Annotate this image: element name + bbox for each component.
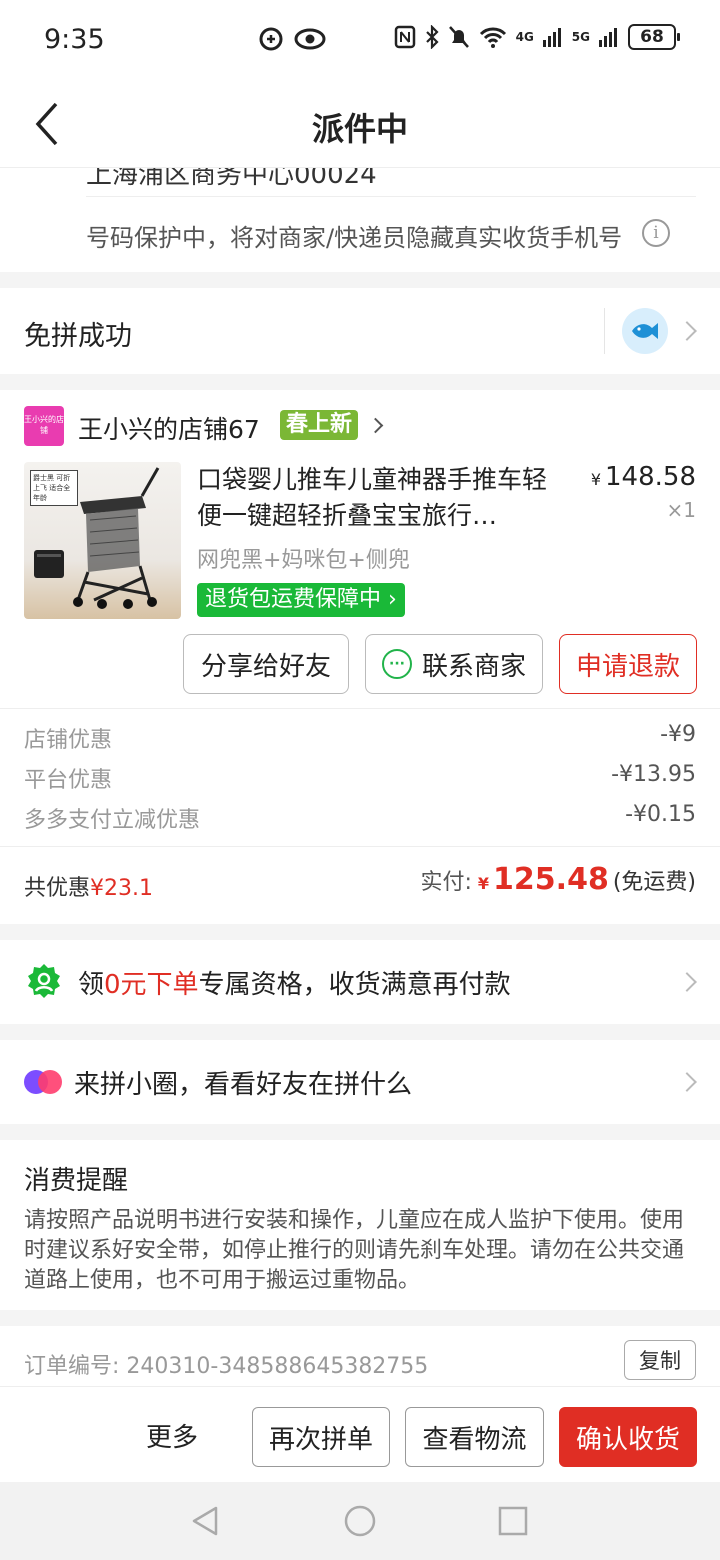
wifi-icon bbox=[479, 27, 506, 48]
refund-button[interactable]: 申请退款 bbox=[559, 634, 697, 694]
chevron-right-icon bbox=[677, 321, 697, 341]
price-currency: ¥ bbox=[590, 470, 602, 489]
total-discount-label: 共优惠 bbox=[24, 876, 91, 901]
signal-icon-1 bbox=[542, 28, 561, 47]
more-button[interactable]: 更多 bbox=[146, 1417, 198, 1454]
guarantee-tag[interactable]: 退货包运费保障中 › bbox=[197, 583, 405, 617]
order-product-section: 王小兴的店铺 王小兴的店铺67 春上新 爵士黑 可折上飞 适合全年龄 口袋婴儿推… bbox=[0, 390, 720, 924]
group-status-label: 免拼成功 bbox=[24, 321, 132, 352]
address-text: 上海浦区商务中心00024 bbox=[86, 168, 377, 190]
total-discount: 共优惠¥23.1 bbox=[24, 870, 153, 902]
order-number-section: 订单编号: 240310-348588645382755 复制 bbox=[0, 1326, 720, 1386]
group-status-section[interactable]: 免拼成功 bbox=[0, 288, 720, 374]
status-time: 9:35 bbox=[44, 24, 105, 55]
shop-name[interactable]: 王小兴的店铺67 bbox=[78, 410, 260, 446]
refund-button-label: 申请退款 bbox=[575, 651, 680, 682]
product-spec: 网兜黑+妈咪包+侧兜 bbox=[197, 548, 410, 573]
status-notification-icons bbox=[258, 26, 326, 52]
product-price: ¥148.58 bbox=[591, 462, 696, 492]
notice-title: 消费提醒 bbox=[24, 1166, 129, 1196]
promo-chevron-icon bbox=[677, 972, 697, 992]
product-image[interactable]: 爵士黑 可折上飞 适合全年龄 bbox=[24, 462, 181, 619]
promo-text: 领0元下单专属资格，收货满意再付款 bbox=[78, 964, 511, 1001]
order-number-value: 240310-348588645382755 bbox=[126, 1354, 429, 1379]
notice-body: 请按照产品说明书进行安装和操作，儿童应在成人监护下使用。使用时建议系好安全带，如… bbox=[24, 1208, 685, 1293]
order-number-label: 订单编号: bbox=[24, 1354, 120, 1379]
vertical-divider bbox=[604, 308, 605, 354]
nav-recent-icon[interactable] bbox=[496, 1504, 530, 1538]
network-4g-label: 4G bbox=[515, 30, 534, 44]
nav-back-icon[interactable] bbox=[188, 1504, 222, 1538]
address-section: 上海浦区商务中心00024 号码保护中，将对商家/快递员隐藏真实收货手机号 i bbox=[0, 168, 720, 272]
bluetooth-icon bbox=[425, 25, 439, 49]
shipping-note: (免运费) bbox=[612, 870, 696, 895]
paid-currency: ¥ bbox=[477, 874, 490, 893]
circle-logo-icon bbox=[24, 1070, 62, 1094]
signal-icon-2 bbox=[599, 28, 617, 47]
discount-label-payment: 多多支付立减优惠 bbox=[24, 808, 201, 833]
friend-circle-row[interactable]: 来拼小圈，看看好友在拼什么 bbox=[0, 1040, 720, 1124]
contact-merchant-button[interactable]: ··· 联系商家 bbox=[365, 634, 543, 694]
product-title[interactable]: 口袋婴儿推车儿童神器手推车轻便一键超轻折叠宝宝旅行… bbox=[197, 462, 567, 534]
nfc-icon bbox=[394, 25, 415, 49]
share-button[interactable]: 分享给好友 bbox=[183, 634, 349, 694]
promo-suffix: 专属资格，收货满意再付款 bbox=[198, 970, 511, 1000]
circle-chevron-icon bbox=[677, 1072, 697, 1092]
total-discount-value: ¥23.1 bbox=[90, 876, 153, 901]
consumer-notice: 消费提醒 请按照产品说明书进行安装和操作，儿童应在成人监护下使用。使用时建议系好… bbox=[0, 1140, 720, 1310]
system-navigation-bar bbox=[0, 1482, 720, 1560]
page-title: 派件中 bbox=[311, 110, 408, 148]
friend-circle-text: 来拼小圈，看看好友在拼什么 bbox=[74, 1070, 413, 1100]
free-order-promo[interactable]: 领0元下单专属资格，收货满意再付款 bbox=[0, 940, 720, 1024]
copy-order-button[interactable]: 复制 bbox=[624, 1340, 696, 1380]
paid-amount: 125.48 bbox=[493, 862, 609, 897]
confirm-receipt-button[interactable]: 确认收货 bbox=[559, 1407, 697, 1467]
contact-button-label: 联系商家 bbox=[421, 651, 526, 682]
guarantee-tag-label: 退货包运费保障中 bbox=[205, 587, 382, 612]
share-button-label: 分享给好友 bbox=[200, 651, 331, 682]
paid-label: 实付: bbox=[420, 870, 472, 895]
status-bar: 9:35 4G 5G 68 bbox=[0, 0, 720, 82]
mute-icon bbox=[448, 26, 469, 48]
stroller-illustration bbox=[34, 467, 160, 609]
discount-label-shop: 店铺优惠 bbox=[24, 728, 113, 753]
privacy-note: 号码保护中，将对商家/快递员隐藏真实收货手机号 bbox=[86, 224, 623, 252]
shop-chevron-icon[interactable] bbox=[367, 417, 384, 434]
fish-avatar-icon[interactable] bbox=[622, 308, 668, 354]
address-divider bbox=[86, 196, 696, 197]
discount-value-payment: -¥0.15 bbox=[625, 802, 696, 827]
discount-label-platform: 平台优惠 bbox=[24, 768, 113, 793]
wechat-icon: ··· bbox=[381, 649, 412, 679]
totals-divider bbox=[0, 846, 720, 847]
order-number: 订单编号: 240310-348588645382755 bbox=[24, 1348, 428, 1380]
guarantee-chevron-icon: › bbox=[388, 587, 397, 612]
data-saver-icon bbox=[259, 27, 283, 51]
promo-highlight: 0元下单 bbox=[104, 970, 199, 1000]
price-value: 148.58 bbox=[605, 462, 696, 492]
eye-icon bbox=[294, 28, 326, 50]
bottom-action-bar: 更多 再次拼单 查看物流 确认收货 bbox=[0, 1386, 720, 1482]
shop-badge: 春上新 bbox=[280, 410, 359, 440]
paid-amount-row: 实付: ¥ 125.48 (免运费) bbox=[420, 862, 696, 897]
regroup-button[interactable]: 再次拼单 bbox=[252, 1407, 390, 1467]
product-quantity: ×1 bbox=[666, 498, 696, 522]
section-divider bbox=[0, 708, 720, 709]
promo-prefix: 领 bbox=[78, 970, 105, 1000]
shop-logo[interactable]: 王小兴的店铺 bbox=[24, 406, 64, 446]
discount-value-shop: -¥9 bbox=[660, 722, 696, 747]
battery-indicator: 68 bbox=[628, 24, 680, 50]
nav-home-icon[interactable] bbox=[343, 1504, 377, 1538]
network-5g-label: 5G bbox=[571, 30, 590, 44]
view-logistics-button[interactable]: 查看物流 bbox=[405, 1407, 544, 1467]
info-icon[interactable]: i bbox=[642, 219, 670, 247]
nav-bar: 派件中 bbox=[0, 82, 720, 168]
status-system-icons: 4G 5G 68 bbox=[394, 24, 680, 50]
badge-check-icon bbox=[28, 964, 60, 998]
discount-value-platform: -¥13.95 bbox=[611, 762, 696, 787]
